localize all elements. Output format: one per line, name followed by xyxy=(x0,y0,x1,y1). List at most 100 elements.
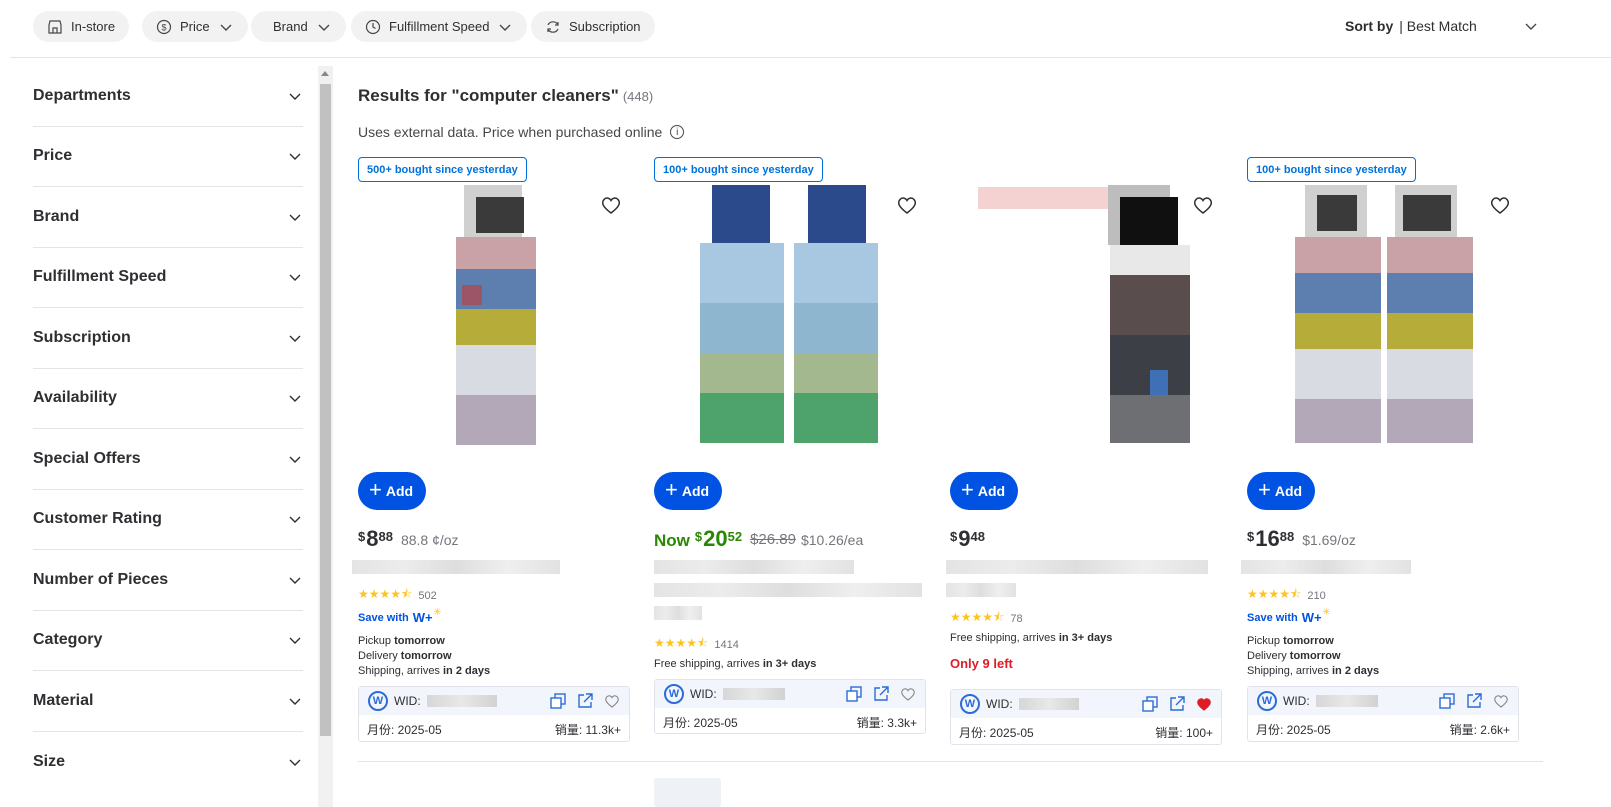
subscription-chip[interactable]: Subscription xyxy=(531,11,655,42)
chip-label: Price xyxy=(180,19,210,34)
product-title-blurred[interactable] xyxy=(654,606,702,620)
facet-label: Customer Rating xyxy=(33,510,162,528)
shipping-label: Free shipping, arrives xyxy=(950,632,1059,644)
delivery-label: Delivery xyxy=(358,650,401,662)
rating-stars: ★★★★⯪ 210 xyxy=(1247,585,1326,606)
wid-label: WID: xyxy=(986,697,1013,711)
chevron-down-icon xyxy=(289,395,301,403)
shipping-time: in 3+ days xyxy=(1058,632,1113,644)
favorite-heart-icon[interactable] xyxy=(599,193,623,217)
copy-icon[interactable] xyxy=(845,685,863,703)
facet-availability[interactable]: Availability xyxy=(33,369,303,429)
save-with-label: Save with xyxy=(1247,611,1298,624)
svg-text:$: $ xyxy=(161,22,166,32)
scrollbar-thumb[interactable] xyxy=(320,84,331,736)
rating-stars: ★★★★⯪ 78 xyxy=(950,608,1023,629)
shipping-time: in 3+ days xyxy=(762,658,817,670)
facet-customer-rating[interactable]: Customer Rating xyxy=(33,490,303,550)
product-title-blurred[interactable] xyxy=(352,560,560,574)
copy-icon[interactable] xyxy=(1141,695,1159,713)
product-card[interactable]: 100+ bought since yesterday + Add Now $ 2… xyxy=(654,157,930,747)
price-note-text: Uses external data. Price when purchased… xyxy=(358,124,663,140)
add-to-cart-button[interactable]: + Add xyxy=(1247,472,1316,510)
favorite-heart-icon[interactable] xyxy=(1191,193,1215,217)
pickup-label: Pickup xyxy=(358,635,395,647)
heart-outline-icon[interactable] xyxy=(899,685,917,703)
product-image[interactable] xyxy=(700,185,890,443)
add-to-cart-button[interactable]: + Add xyxy=(654,472,723,510)
facet-label: Category xyxy=(33,631,103,649)
pickup-label: Pickup xyxy=(1247,635,1284,647)
product-card[interactable]: 500+ bought since yesterday + Add $ 8 88 … xyxy=(352,157,634,747)
add-to-cart-button[interactable]: + Add xyxy=(358,472,427,510)
brand-chip[interactable]: Brand xyxy=(251,11,346,42)
facet-subscription[interactable]: Subscription xyxy=(33,308,303,369)
star-icons: ★★★★⯪ xyxy=(358,587,413,601)
facet-fulfillment-speed[interactable]: Fulfillment Speed xyxy=(33,248,303,308)
sales-value: 销量: 100+ xyxy=(1155,726,1213,740)
facet-brand[interactable]: Brand xyxy=(33,187,303,248)
star-icons: ★★★★⯪ xyxy=(950,610,1005,624)
product-title-blurred[interactable] xyxy=(946,560,1208,574)
share-icon[interactable] xyxy=(1168,695,1186,713)
facet-number-of-pieces[interactable]: Number of Pieces xyxy=(33,550,303,611)
save-with-walmart-plus: Save with W+ xyxy=(358,607,441,625)
chevron-down-icon xyxy=(220,24,232,31)
facet-label: Availability xyxy=(33,389,117,407)
facet-price[interactable]: Price xyxy=(33,127,303,187)
price: $ 16 88 $1.69/oz xyxy=(1247,526,1356,552)
favorite-heart-icon[interactable] xyxy=(1488,193,1512,217)
price: $ 9 48 xyxy=(950,526,985,552)
sort-value: | Best Match xyxy=(1399,18,1477,34)
in-store-chip[interactable]: In-store xyxy=(33,11,130,42)
product-title-blurred[interactable] xyxy=(946,583,1016,597)
rating-stars: ★★★★⯪ 1414 xyxy=(654,634,739,655)
price-note: Uses external data. Price when purchased… xyxy=(358,124,685,140)
wid-label: WID: xyxy=(690,687,717,701)
product-card[interactable]: 100+ bought since yesterday + Add $ 16 88… xyxy=(1241,157,1523,747)
product-title-blurred[interactable] xyxy=(654,583,922,597)
info-icon[interactable]: i xyxy=(670,125,685,139)
scroll-up-arrow-icon[interactable] xyxy=(321,71,329,76)
product-image[interactable] xyxy=(1295,185,1475,447)
price-chip[interactable]: $ Price xyxy=(142,11,248,42)
copy-icon[interactable] xyxy=(549,692,567,710)
sort-dropdown[interactable]: Sort by | Best Match xyxy=(1345,18,1537,34)
product-title-blurred[interactable] xyxy=(654,560,854,574)
month-value: 月份: 2025-05 xyxy=(367,723,442,737)
product-card[interactable]: + Add $ 9 48 ★★★★⯪ 78 Free shipping, arriv… xyxy=(946,157,1226,747)
facet-label: Departments xyxy=(33,86,131,104)
currency-symbol: $ xyxy=(358,529,366,544)
fulfillment-info: Free shipping, arrives in 3+ days xyxy=(950,631,1112,646)
product-image[interactable] xyxy=(978,185,1198,453)
fulfillment-speed-chip[interactable]: Fulfillment Speed xyxy=(351,11,528,42)
rating-stars: ★★★★⯪ 502 xyxy=(358,585,437,606)
star-icons: ★★★★⯪ xyxy=(1247,587,1302,601)
currency-symbol: $ xyxy=(1247,529,1255,544)
heart-outline-icon[interactable] xyxy=(1492,692,1510,710)
share-icon[interactable] xyxy=(1465,692,1483,710)
now-label: Now xyxy=(654,531,690,550)
bought-badge: 500+ bought since yesterday xyxy=(358,157,527,182)
copy-icon[interactable] xyxy=(1438,692,1456,710)
share-icon[interactable] xyxy=(872,685,890,703)
heart-outline-icon[interactable] xyxy=(603,692,621,710)
product-title-blurred[interactable] xyxy=(1241,560,1411,574)
heart-filled-icon[interactable] xyxy=(1195,695,1213,713)
facet-special-offers[interactable]: Special Offers xyxy=(33,429,303,490)
facet-label: Price xyxy=(33,147,73,165)
star-icons: ★★★★⯪ xyxy=(654,636,709,650)
facet-size[interactable]: Size xyxy=(33,732,303,793)
facet-departments[interactable]: Departments xyxy=(33,66,303,127)
chevron-down-icon xyxy=(289,698,301,705)
clock-icon xyxy=(365,19,381,34)
favorite-heart-icon[interactable] xyxy=(895,193,919,217)
add-to-cart-button[interactable]: + Add xyxy=(950,472,1019,510)
facet-category[interactable]: Category xyxy=(33,611,303,671)
share-icon[interactable] xyxy=(576,692,594,710)
facet-material[interactable]: Material xyxy=(33,671,303,732)
price-dollars: 9 xyxy=(958,526,971,551)
wid-panel: W WID: 月份: 2025-05 销量: 11.3k+ xyxy=(358,686,630,742)
product-image[interactable] xyxy=(442,185,538,455)
save-with-walmart-plus: Save with W+ xyxy=(1247,607,1330,625)
